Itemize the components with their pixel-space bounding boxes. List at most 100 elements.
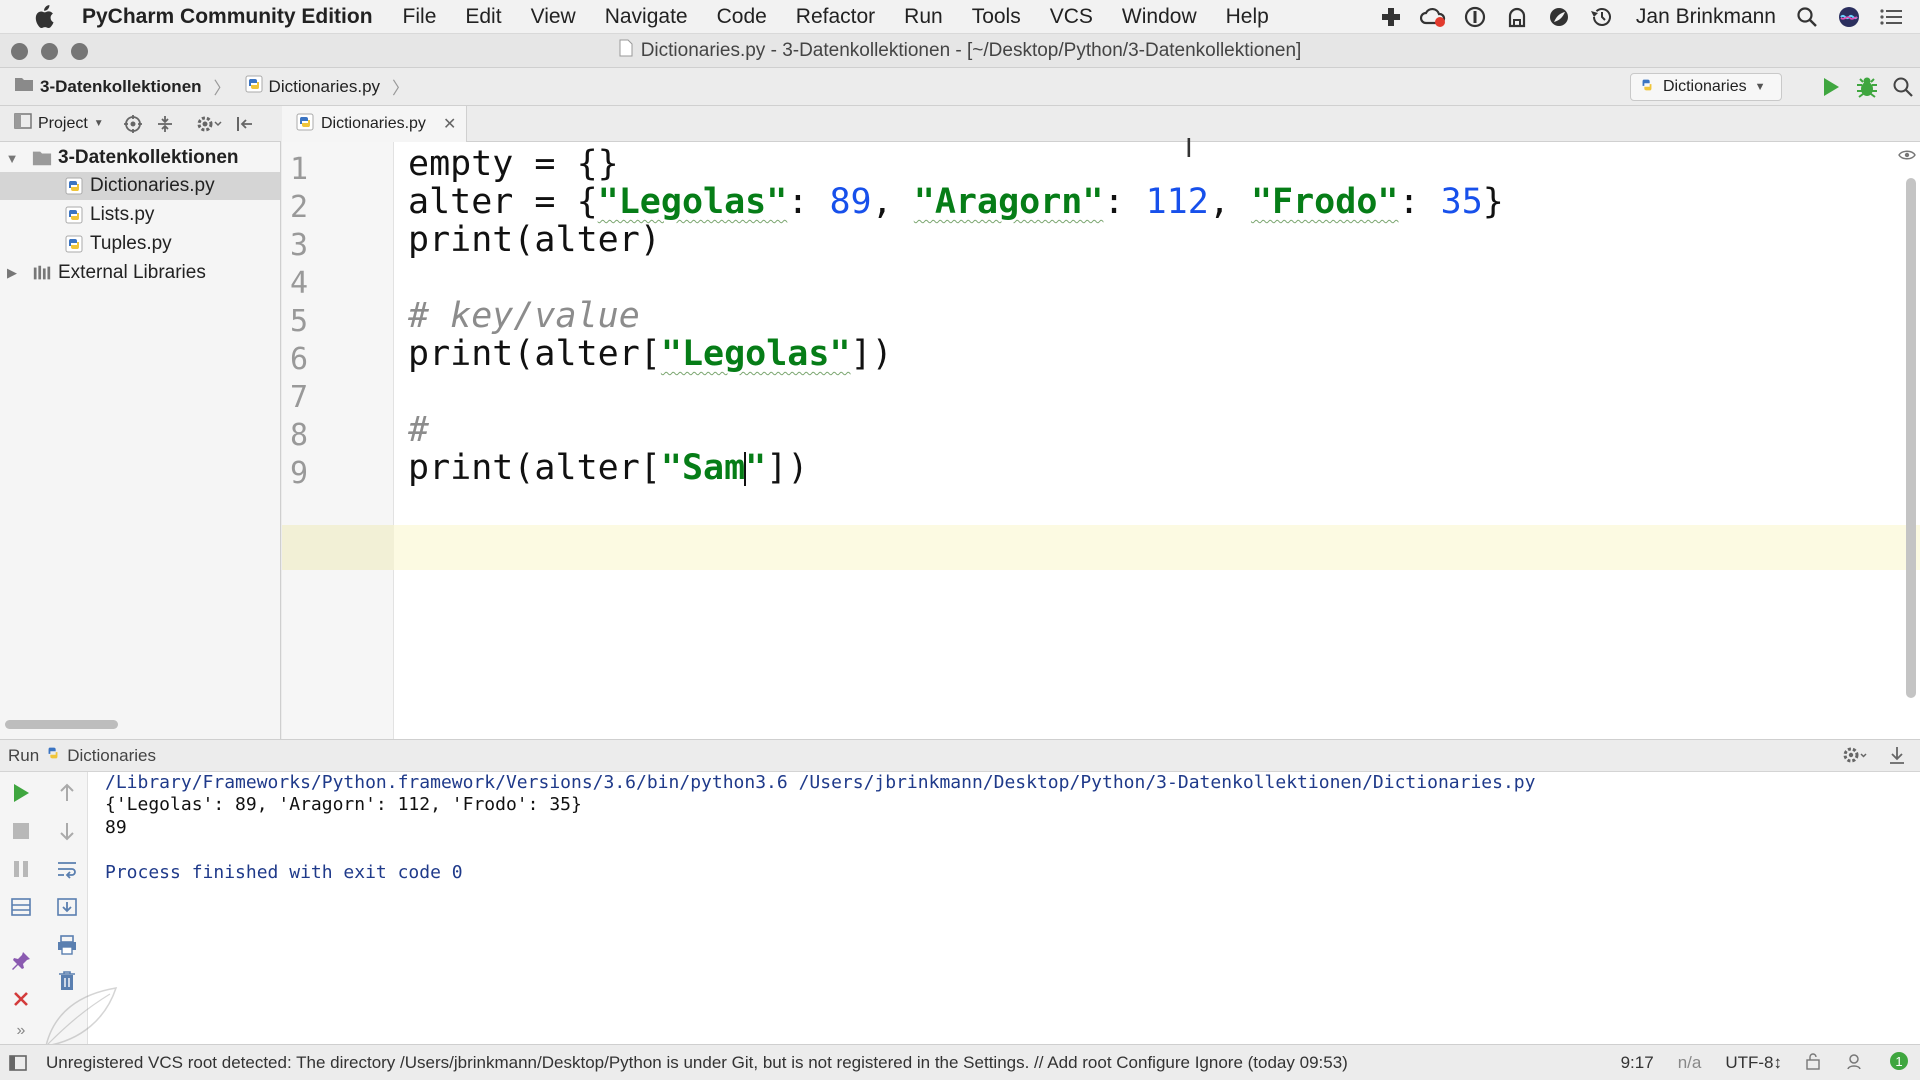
window-zoom-button[interactable]	[71, 43, 88, 60]
breadcrumb-project[interactable]: 3-Datenkollektionen 〉	[14, 74, 231, 99]
macos-menu-bar: PyCharm Community Edition File Edit View…	[0, 0, 1920, 34]
pin-tab-icon[interactable]	[8, 948, 34, 974]
tool-windows-toggle-icon[interactable]	[8, 1053, 28, 1078]
code-editor[interactable]: 1 2 3 4 5 6 7 8 9 empty = {} alter = {"L…	[282, 134, 1920, 739]
search-everywhere-icon[interactable]	[1890, 74, 1916, 100]
status-bar: Unregistered VCS root detected: The dire…	[0, 1044, 1920, 1080]
plus-tray-icon[interactable]	[1378, 4, 1404, 30]
editor-tab-dictionaries[interactable]: Dictionaries.py ✕	[282, 106, 467, 142]
collapse-all-icon[interactable]	[154, 113, 176, 135]
tree-item-project-root[interactable]: ▼ 3-Datenkollektionen	[0, 144, 280, 172]
restore-layout-icon[interactable]	[8, 894, 34, 920]
menu-view[interactable]: View	[531, 5, 576, 29]
soft-wrap-icon[interactable]	[54, 856, 80, 882]
print-icon[interactable]	[54, 932, 80, 958]
event-log-icon[interactable]: 1	[1888, 1050, 1910, 1077]
line-number-gutter[interactable]: 1 2 3 4 5 6 7 8 9	[282, 142, 394, 739]
current-line-highlight	[282, 525, 1920, 570]
run-button[interactable]	[1818, 74, 1844, 100]
menu-file[interactable]: File	[403, 5, 437, 29]
breadcrumb-project-label: 3-Datenkollektionen	[40, 76, 202, 96]
stop-icon[interactable]	[8, 818, 34, 844]
project-toolbar: Project ▼	[0, 106, 281, 142]
run-tab[interactable]: Dictionaries	[45, 745, 156, 766]
close-tab-icon[interactable]: ✕	[443, 114, 456, 134]
time-machine-tray-icon[interactable]	[1588, 4, 1614, 30]
window-close-button[interactable]	[11, 43, 28, 60]
code-line[interactable]: print(alter)	[408, 217, 661, 263]
code-token: # key/value	[408, 296, 640, 336]
tree-item-external-libraries[interactable]: ▶ External Libraries	[0, 259, 280, 287]
window-minimize-button[interactable]	[41, 43, 58, 60]
file-encoding[interactable]: UTF-8↕	[1725, 1053, 1782, 1073]
menu-vcs[interactable]: VCS	[1050, 5, 1093, 29]
menu-help[interactable]: Help	[1226, 5, 1269, 29]
hide-run-panel-icon[interactable]	[1888, 745, 1906, 770]
code-token: "Frodo"	[1250, 182, 1399, 222]
tree-item-lists[interactable]: Lists.py	[0, 201, 280, 229]
project-view-selector[interactable]: Project ▼	[14, 113, 104, 134]
run-settings-gear-icon[interactable]	[1842, 745, 1868, 770]
line-number: 1	[290, 152, 309, 187]
code-token: ])	[850, 334, 893, 374]
pause-icon[interactable]	[8, 856, 34, 882]
down-arrow-icon[interactable]	[54, 818, 80, 844]
code-token: }	[1482, 182, 1504, 222]
password-manager-tray-icon[interactable]	[1462, 4, 1488, 30]
notification-center-icon[interactable]	[1878, 4, 1904, 30]
vcs-notification-message[interactable]: Unregistered VCS root detected: The dire…	[46, 1053, 1348, 1073]
horizontal-scrollbar[interactable]	[5, 720, 118, 729]
caret-position[interactable]: 9:17	[1621, 1053, 1654, 1073]
settings-gear-icon[interactable]	[194, 113, 224, 135]
siri-icon[interactable]	[1836, 4, 1862, 30]
menu-refactor[interactable]: Refactor	[796, 5, 875, 29]
code-line[interactable]: print(alter["Sam"])	[408, 445, 808, 491]
debug-button[interactable]	[1854, 74, 1880, 100]
line-number: 3	[290, 228, 309, 263]
menu-tools[interactable]: Tools	[972, 5, 1021, 29]
line-separator[interactable]: n/a	[1678, 1053, 1702, 1073]
expand-arrow-icon[interactable]: ▶	[4, 265, 20, 281]
vertical-scrollbar[interactable]	[1906, 178, 1916, 698]
editor-tab-label: Dictionaries.py	[321, 115, 426, 132]
cloud-sync-tray-icon[interactable]	[1419, 4, 1446, 30]
run-configuration-dropdown[interactable]: Dictionaries ▼	[1630, 73, 1782, 101]
locate-file-icon[interactable]	[122, 113, 144, 135]
menu-run[interactable]: Run	[904, 5, 943, 29]
code-token: 89	[829, 182, 872, 222]
spotlight-search-icon[interactable]	[1794, 4, 1820, 30]
svg-text:1: 1	[1895, 1054, 1902, 1069]
menu-window[interactable]: Window	[1122, 5, 1197, 29]
code-token: empty = {}	[408, 144, 619, 184]
console-line: /Library/Frameworks/Python.framework/Ver…	[105, 772, 1536, 793]
inspector-icon[interactable]	[1844, 1051, 1864, 1076]
menu-code[interactable]: Code	[717, 5, 767, 29]
hide-panel-icon[interactable]	[234, 113, 256, 135]
expand-arrow-icon[interactable]: ▼	[4, 151, 20, 166]
code-token: ])	[766, 448, 809, 488]
notification-tray-icon[interactable]	[1504, 4, 1530, 30]
app-name-menu[interactable]: PyCharm Community Edition	[82, 5, 373, 29]
apple-icon[interactable]	[30, 3, 58, 31]
read-only-lock-icon[interactable]	[1806, 1052, 1820, 1075]
user-name[interactable]: Jan Brinkmann	[1636, 5, 1776, 29]
tree-item-label: External Libraries	[58, 262, 206, 283]
run-panel: » /Library/Frameworks/Python.framework/V…	[0, 772, 1920, 1047]
chevron-down-icon: ▼	[93, 118, 104, 129]
code-line[interactable]: print(alter["Legolas"])	[408, 331, 893, 377]
breadcrumb-file-label: Dictionaries.py	[268, 76, 381, 96]
menu-navigate[interactable]: Navigate	[605, 5, 688, 29]
more-actions-icon[interactable]: »	[8, 1018, 34, 1044]
menu-edit[interactable]: Edit	[465, 5, 501, 29]
editor-tab-bar: Dictionaries.py ✕	[282, 106, 1920, 142]
leaf-tray-icon[interactable]	[1546, 4, 1572, 30]
code-token: ,	[871, 182, 914, 222]
close-run-icon[interactable]	[8, 986, 34, 1012]
reader-mode-eye-icon[interactable]	[1898, 148, 1916, 160]
up-arrow-icon[interactable]	[54, 780, 80, 806]
tree-item-dictionaries[interactable]: Dictionaries.py	[0, 172, 280, 200]
tree-item-tuples[interactable]: Tuples.py	[0, 230, 280, 258]
scroll-to-end-icon[interactable]	[54, 894, 80, 920]
breadcrumb-file[interactable]: Dictionaries.py 〉	[245, 74, 409, 99]
rerun-icon[interactable]	[8, 780, 34, 806]
